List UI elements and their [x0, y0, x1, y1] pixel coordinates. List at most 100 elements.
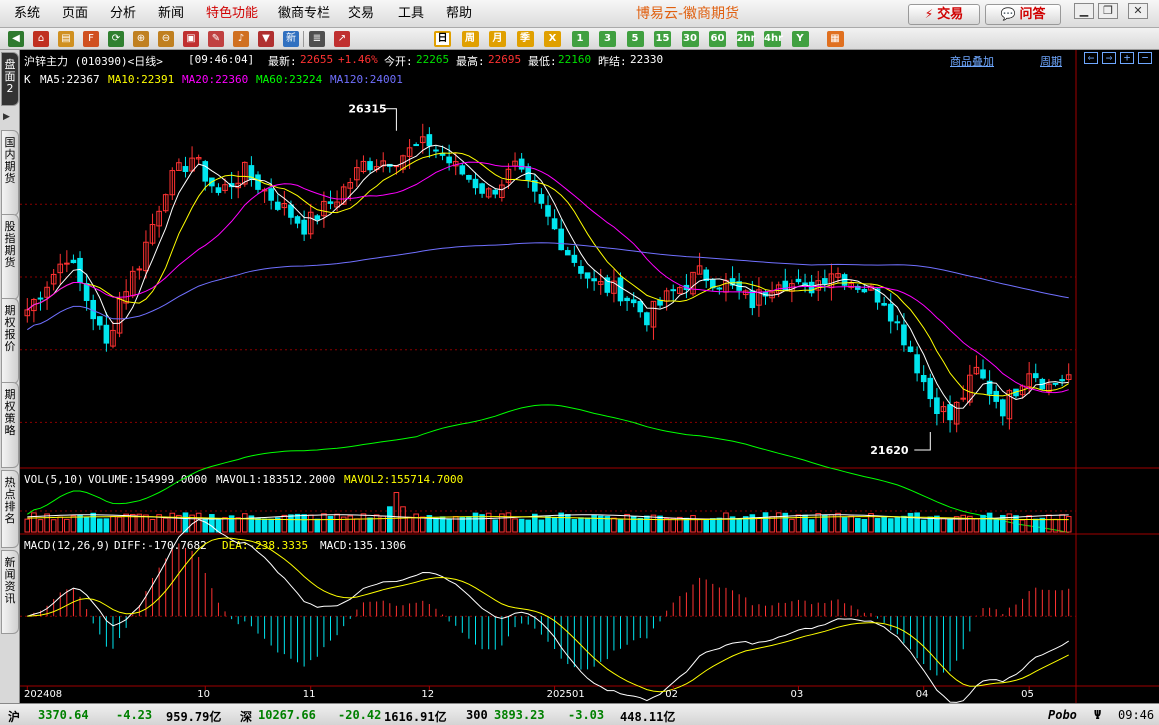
minimize-button[interactable]: ▁	[1074, 3, 1094, 19]
period-button-13[interactable]: Y	[791, 31, 809, 47]
candle-body	[822, 278, 828, 285]
hs-index[interactable]: 3893.23	[494, 708, 545, 722]
candle-body	[861, 288, 868, 293]
window-icon[interactable]: ▣	[183, 31, 199, 47]
candle-body	[472, 178, 479, 189]
menu-page[interactable]: 页面	[62, 0, 88, 28]
f10-icon[interactable]: F	[83, 31, 99, 47]
left-tab-0[interactable]: 盘面2	[1, 52, 19, 106]
period-button-7[interactable]: 5	[626, 31, 644, 47]
new-icon[interactable]: 新	[283, 31, 299, 47]
volume-bar	[209, 514, 215, 533]
candle-body	[657, 299, 663, 306]
x-tick-label: 202501	[547, 689, 585, 700]
kline-chart-svg[interactable]: 26315 21620 202408 10 11 12 202501 02 03 04 05	[20, 50, 1159, 703]
volume-bar	[1019, 519, 1026, 533]
zoom-in-icon[interactable]: ⊕	[133, 31, 149, 47]
candle-body	[367, 161, 373, 171]
x-tick-label: 04	[916, 689, 929, 700]
pen-icon[interactable]: ✎	[208, 31, 224, 47]
volume-bar	[149, 518, 156, 533]
period-button-10[interactable]: 60	[709, 31, 726, 47]
ma-line-ma120	[27, 242, 1069, 331]
candle-body	[637, 301, 644, 313]
volume-bar	[723, 512, 729, 533]
left-tab-4[interactable]: 期权策略	[1, 382, 19, 468]
candle-body	[327, 201, 334, 204]
period-button-12[interactable]: 4hr	[764, 31, 783, 47]
candle-body	[571, 254, 578, 263]
period-button-5[interactable]: 1	[571, 31, 589, 47]
volume-bar	[1059, 514, 1065, 533]
left-tab-1[interactable]: 国内期货	[1, 130, 19, 216]
volume-bar	[195, 512, 202, 533]
trade-button[interactable]: ⚡ 交易	[908, 4, 980, 25]
sz-label: 深	[240, 710, 253, 724]
menu-trade[interactable]: 交易	[348, 0, 374, 28]
volume-bar	[1026, 515, 1032, 533]
left-tab-6[interactable]: 新闻资讯	[1, 550, 19, 634]
left-tab-3[interactable]: 期权报价	[1, 298, 19, 384]
volume-bar	[518, 518, 525, 533]
folder-icon[interactable]: ▤	[58, 31, 74, 47]
volume-bar	[116, 516, 123, 533]
volume-bar	[756, 517, 762, 533]
volume-bar	[479, 514, 485, 533]
menu-column[interactable]: 徽商专栏	[278, 0, 330, 28]
menu-features[interactable]: 特色功能	[206, 0, 258, 28]
sz-index[interactable]: 10267.66	[258, 708, 316, 722]
menu-bar: 系统 页面 分析 新闻 特色功能 徽商专栏 交易 工具 帮助 博易云-徽商期货 …	[0, 0, 1159, 28]
volume-bar	[162, 517, 169, 533]
left-tab-5[interactable]: 热点排名	[1, 470, 19, 548]
candle-body	[1059, 379, 1065, 382]
period-button-6[interactable]: 3	[599, 31, 616, 47]
volume-bar	[96, 518, 103, 533]
period-button-9[interactable]: 30	[681, 31, 699, 47]
list-icon[interactable]: ≣	[309, 31, 325, 47]
period-button-4[interactable]: X	[544, 31, 561, 47]
status-bar: 沪 3370.64 -4.23 959.79亿 深 10267.66 -20.4…	[0, 703, 1159, 725]
sh-index[interactable]: 3370.64	[38, 708, 89, 722]
volume-bar	[433, 517, 439, 533]
volume-bar	[307, 514, 314, 533]
sh-amount: 959.79亿	[166, 710, 222, 724]
volume-bar	[110, 515, 116, 533]
low-annotation: 21620	[870, 444, 909, 457]
filter-icon[interactable]: ▼	[258, 31, 274, 47]
zoom-out-icon[interactable]: ⊖	[158, 31, 174, 47]
period-button-3[interactable]: 季	[516, 31, 534, 47]
close-button[interactable]: ✕	[1128, 3, 1148, 19]
volume-bar	[663, 517, 670, 533]
refresh-icon[interactable]: ⟳	[108, 31, 124, 47]
menu-help[interactable]: 帮助	[446, 0, 472, 28]
period-button-8[interactable]: 15	[654, 31, 671, 47]
back-icon[interactable]: ◀	[8, 31, 24, 47]
period-button-0[interactable]: 日	[434, 31, 451, 47]
menu-tools[interactable]: 工具	[398, 0, 424, 28]
volume-bar	[914, 512, 920, 533]
trend-icon[interactable]: ↗	[334, 31, 350, 47]
menu-system[interactable]: 系统	[14, 0, 40, 28]
period-button-2[interactable]: 月	[489, 31, 506, 47]
period-button-11[interactable]: 2hr	[736, 31, 756, 47]
menu-news[interactable]: 新闻	[158, 0, 184, 28]
candle-body	[927, 377, 934, 400]
bell-icon[interactable]: ♪	[233, 31, 249, 47]
left-tab-2[interactable]: 股指期货	[1, 214, 19, 300]
restore-button[interactable]: ❐	[1098, 3, 1118, 19]
expand-arrow-icon[interactable]: ▶	[3, 112, 10, 122]
lightning-icon: ⚡	[924, 7, 934, 21]
candle-body	[413, 144, 419, 147]
home-icon[interactable]: ⌂	[33, 31, 49, 47]
volume-bar	[274, 517, 281, 533]
volume-bar	[327, 515, 334, 533]
period-button-1[interactable]: 周	[461, 31, 479, 47]
menu-analysis[interactable]: 分析	[110, 0, 136, 28]
candle-body	[83, 283, 90, 301]
candle-body	[64, 262, 70, 265]
ask-button[interactable]: 💬 问答	[985, 4, 1061, 25]
period-button-14[interactable]: ▦	[826, 31, 844, 47]
kline-chart-area[interactable]: 沪锌主力 (010390)<日线> [09:46:04] 最新: 22655 +…	[20, 50, 1159, 703]
volume-bar	[670, 517, 677, 533]
volume-bar	[413, 513, 419, 533]
